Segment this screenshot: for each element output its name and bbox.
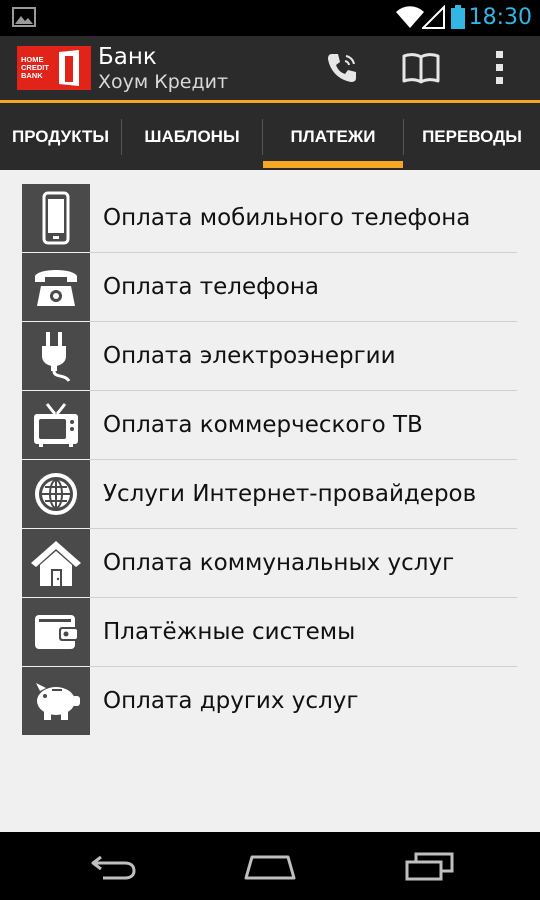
gallery-notification-icon	[12, 7, 36, 31]
back-arrow-icon	[91, 855, 136, 880]
call-button[interactable]	[318, 46, 366, 90]
nav-recent-apps-button[interactable]	[395, 848, 465, 884]
selected-tab-indicator	[263, 161, 403, 168]
piggy-bank-icon	[22, 667, 90, 735]
wallet-icon	[22, 598, 90, 666]
overflow-menu-button[interactable]	[476, 46, 524, 90]
phone-icon	[328, 54, 356, 82]
list-item-phone-payment[interactable]: Оплата телефона	[22, 253, 517, 322]
list-item-label: Оплата коммерческого ТВ	[103, 412, 423, 438]
list-item-label: Платёжные системы	[103, 619, 356, 645]
tab-templates[interactable]: ШАБЛОНЫ	[122, 103, 262, 170]
list-item-label: Оплата других услуг	[103, 688, 359, 714]
landline-phone-icon	[22, 253, 90, 321]
status-clock: 18:30	[468, 5, 532, 30]
list-item-label: Оплата телефона	[103, 274, 320, 300]
globe-icon	[22, 460, 90, 528]
action-bar: HOME CREDIT BANK Банк Хоум Кредит	[0, 36, 540, 100]
system-nav-bar	[0, 832, 540, 900]
house-icon	[22, 529, 90, 597]
book-icon	[402, 53, 440, 84]
list-item-label: Оплата коммунальных услуг	[103, 550, 455, 576]
tab-payments[interactable]: ПЛАТЕЖИ	[263, 103, 403, 170]
list-item-label: Оплата электроэнергии	[103, 343, 396, 369]
list-item-mobile-payment[interactable]: Оплата мобильного телефона	[22, 184, 517, 253]
list-item-label: Оплата мобильного телефона	[103, 205, 471, 231]
list-item-tv-payment[interactable]: Оплата коммерческого ТВ	[22, 391, 517, 460]
mobile-phone-icon	[22, 184, 90, 252]
list-item-utilities-payment[interactable]: Оплата коммунальных услуг	[22, 529, 517, 598]
list-item-label: Услуги Интернет-провайдеров	[103, 481, 477, 507]
list-item-internet-payment[interactable]: Услуги Интернет-провайдеров	[22, 460, 517, 529]
svg-text:BANK: BANK	[21, 71, 43, 80]
tab-products[interactable]: ПРОДУКТЫ	[0, 103, 121, 170]
tab-bar: ПРОДУКТЫ ШАБЛОНЫ ПЛАТЕЖИ ПЕРЕВОДЫ	[0, 103, 540, 170]
list-item-other-payment[interactable]: Оплата других услуг	[22, 667, 517, 736]
signal-icon	[420, 4, 446, 33]
status-bar: 18:30	[0, 0, 540, 36]
battery-icon	[451, 5, 465, 33]
nav-back-button[interactable]	[78, 848, 148, 884]
guide-button[interactable]	[397, 46, 445, 90]
nav-home-button[interactable]	[235, 848, 305, 884]
tv-icon	[22, 391, 90, 459]
more-vert-icon	[496, 51, 503, 84]
app-title: Банк	[98, 44, 157, 70]
power-plug-icon	[22, 322, 90, 390]
home-credit-bank-logo: HOME CREDIT BANK	[17, 46, 91, 90]
list-item-payment-systems[interactable]: Платёжные системы	[22, 598, 517, 667]
tab-transfers[interactable]: ПЕРЕВОДЫ	[404, 103, 540, 170]
wifi-icon	[396, 5, 424, 33]
home-outline-icon	[244, 855, 296, 880]
list-item-electricity-payment[interactable]: Оплата электроэнергии	[22, 322, 517, 391]
recent-apps-icon	[405, 852, 454, 881]
payments-list: Оплата мобильного телефона Оплата телефо…	[22, 184, 517, 736]
app-subtitle: Хоум Кредит	[98, 71, 229, 93]
